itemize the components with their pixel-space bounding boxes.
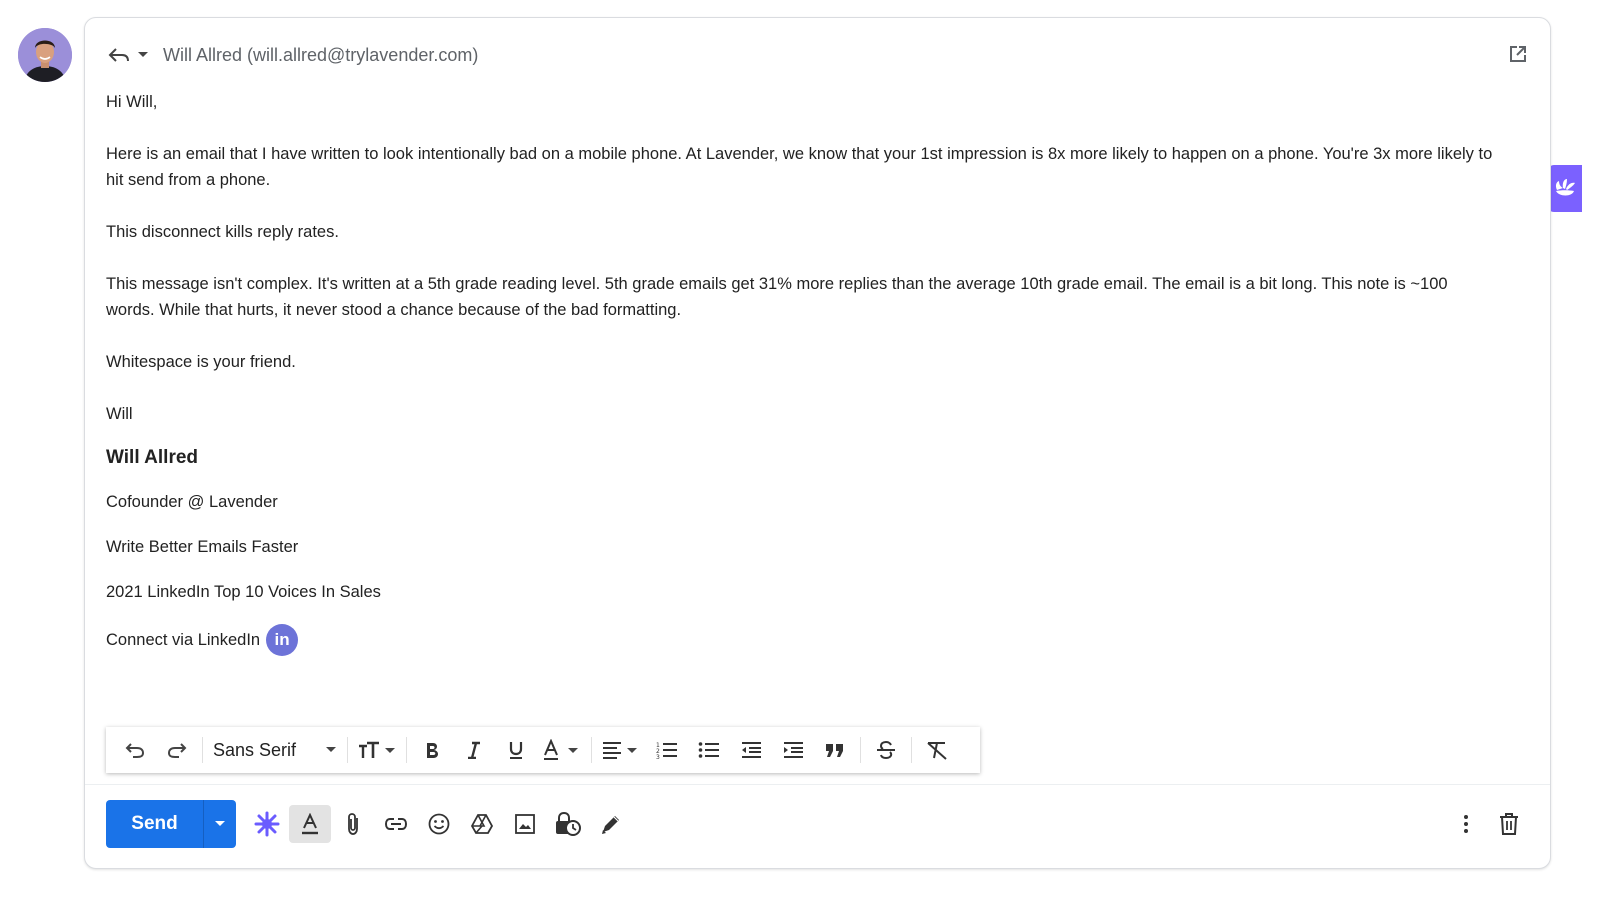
sender-avatar [18,28,72,82]
pop-out-icon[interactable] [1508,44,1528,64]
toolbar-divider [202,737,203,763]
insert-link-icon[interactable] [375,805,417,843]
formatting-toolbar: Sans Serif 123 [106,727,980,773]
body-paragraph: This message isn't complex. It's written… [106,275,1448,319]
reply-icon[interactable] [107,45,131,65]
svg-text:3: 3 [656,754,660,759]
compose-right-actions [1444,805,1530,843]
redo-icon[interactable] [156,733,198,767]
bold-icon[interactable] [411,733,453,767]
italic-icon[interactable] [453,733,495,767]
send-button[interactable]: Send [106,800,203,848]
signoff: Will [106,405,133,423]
compose-divider [85,784,1550,785]
quote-icon[interactable] [814,733,856,767]
toolbar-divider [591,737,592,763]
confidential-mode-icon[interactable] [547,805,589,843]
font-family-value: Sans Serif [213,739,297,760]
body-paragraph: Here is an email that I have written to … [106,145,1493,189]
chevron-down-icon [215,821,225,826]
body-paragraph: This disconnect kills reply rates. [106,223,339,241]
formatting-options-icon[interactable] [289,805,331,843]
lavender-extension-tab[interactable] [1548,165,1582,212]
message-body[interactable]: Hi Will, Here is an email that I have wr… [106,89,1496,656]
bulleted-list-icon[interactable] [688,733,730,767]
recipient-field[interactable]: Will Allred (will.allred@trylavender.com… [163,45,478,66]
send-options-dropdown[interactable] [203,800,236,848]
signature-award: 2021 LinkedIn Top 10 Voices In Sales [106,583,381,601]
compose-card: Will Allred (will.allred@trylavender.com… [84,17,1551,869]
compose-action-bar: Send [106,799,1530,849]
linkedin-connect-row: Connect via LinkedIn in [106,624,1496,656]
text-size-icon[interactable] [352,733,402,767]
google-drive-icon[interactable] [461,805,503,843]
lavender-logo-icon [1555,178,1575,195]
underline-icon[interactable] [495,733,537,767]
indent-more-icon[interactable] [772,733,814,767]
more-options-icon[interactable] [1445,805,1487,843]
toolbar-divider [911,737,912,763]
toolbar-divider [860,737,861,763]
signature-title: Cofounder @ Lavender [106,493,278,511]
attach-file-icon[interactable] [332,805,374,843]
insert-photo-icon[interactable] [504,805,546,843]
strikethrough-icon[interactable] [865,733,907,767]
numbered-list-icon[interactable]: 123 [646,733,688,767]
signature-name: Will Allred [106,447,199,468]
remove-formatting-icon[interactable] [916,733,958,767]
toolbar-divider [406,737,407,763]
toolbar-divider [347,737,348,763]
linkedin-connect-label: Connect via LinkedIn [106,631,261,649]
greeting: Hi Will, [106,93,158,111]
font-family-select[interactable]: Sans Serif [207,740,343,761]
send-button-group: Send [106,800,236,848]
body-paragraph: Whitespace is your friend. [106,353,296,371]
reply-type-dropdown-icon[interactable] [137,51,149,59]
indent-less-icon[interactable] [730,733,772,767]
discard-draft-icon[interactable] [1488,805,1530,843]
signature-pen-icon[interactable] [590,805,632,843]
reply-header: Will Allred (will.allred@trylavender.com… [107,40,478,70]
linkedin-icon[interactable]: in [266,624,299,656]
text-color-icon[interactable] [537,733,587,767]
align-icon[interactable] [596,733,646,767]
lavender-assistant-icon[interactable] [246,805,288,843]
emoji-icon[interactable] [418,805,460,843]
undo-icon[interactable] [114,733,156,767]
chevron-down-icon [326,747,336,752]
signature-tagline: Write Better Emails Faster [106,538,299,556]
